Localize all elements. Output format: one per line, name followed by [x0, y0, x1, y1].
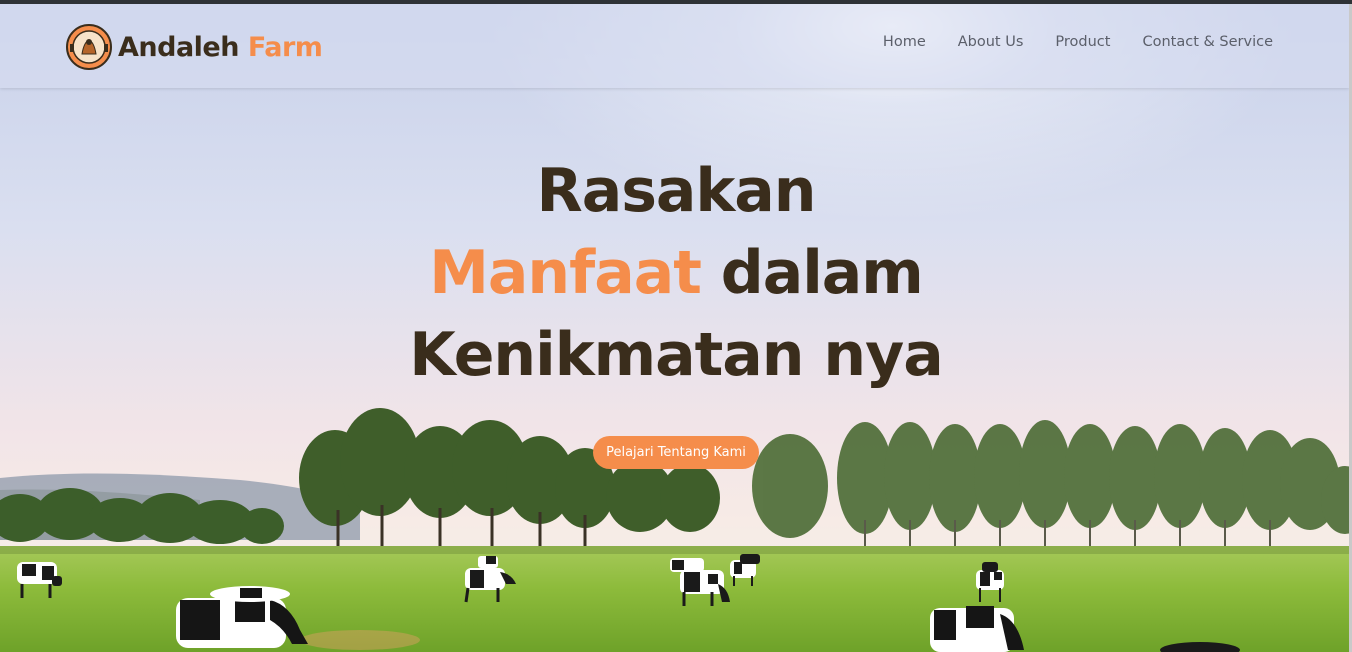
brand-name-part2: Farm: [247, 31, 323, 63]
hero-line-3: Kenikmatan nya: [409, 320, 943, 390]
nav-product[interactable]: Product: [1055, 34, 1110, 50]
brand-name-part1: Andaleh: [118, 31, 239, 63]
main-nav: Home About Us Product Contact & Service: [883, 34, 1273, 50]
hero-line-1: Rasakan: [536, 156, 817, 226]
nav-contact-service[interactable]: Contact & Service: [1142, 34, 1273, 50]
hero-line-2-rest: dalam: [700, 238, 924, 308]
window-top-border: [0, 0, 1352, 4]
nav-about-us[interactable]: About Us: [958, 34, 1024, 50]
hero-line-2-accent: Manfaat: [429, 238, 702, 308]
navbar: Andaleh Farm Home About Us Product Conta…: [0, 4, 1349, 88]
hero-heading: Rasakan Manfaat dalam Kenikmatan nya: [0, 150, 1352, 396]
brand[interactable]: Andaleh Farm: [66, 21, 323, 73]
nav-home[interactable]: Home: [883, 34, 926, 50]
page: Andaleh Farm Home About Us Product Conta…: [0, 0, 1352, 652]
learn-about-us-button[interactable]: Pelajari Tentang Kami: [593, 436, 759, 469]
farm-logo-icon[interactable]: [66, 24, 112, 70]
hero-section: Rasakan Manfaat dalam Kenikmatan nya Pel…: [0, 150, 1352, 469]
brand-name[interactable]: Andaleh Farm: [118, 31, 323, 63]
